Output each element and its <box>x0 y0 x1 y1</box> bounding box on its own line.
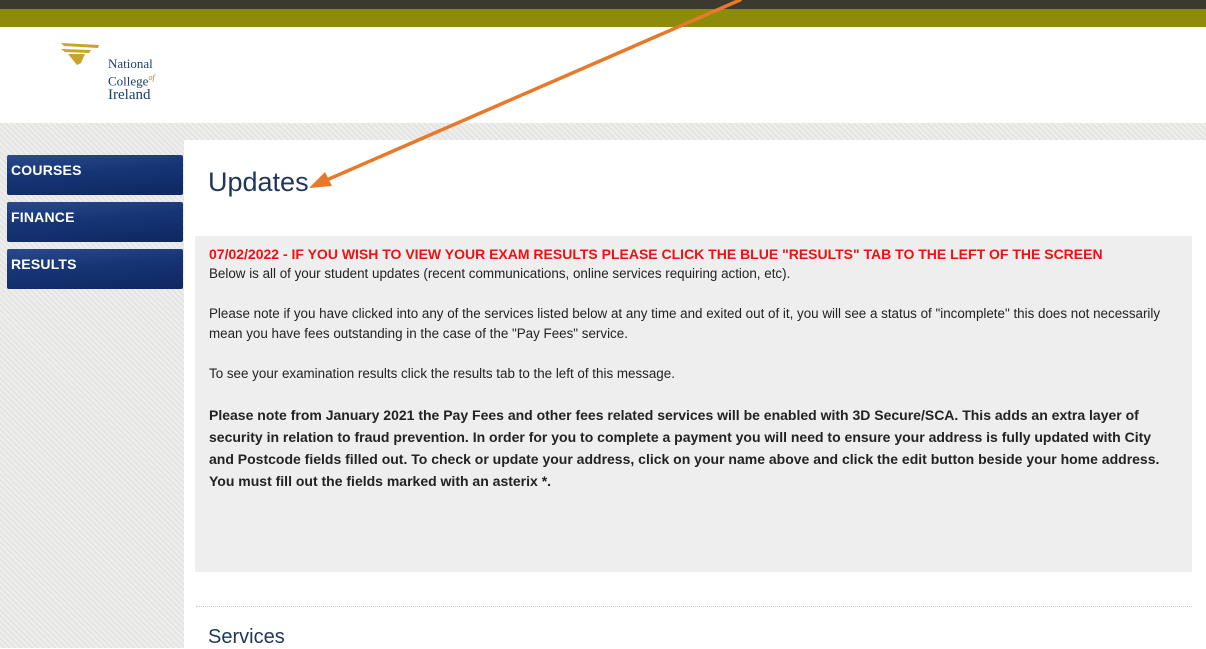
exam-results-paragraph: To see your examination results click th… <box>209 366 675 381</box>
results-alert: 07/02/2022 - IF YOU WISH TO VIEW YOUR EX… <box>209 246 1103 262</box>
sidebar-item-finance[interactable]: FINANCE <box>7 202 183 242</box>
sidebar-item-courses[interactable]: COURSES <box>7 155 183 195</box>
logo-line-national: National <box>108 56 153 71</box>
updates-notice-box: 07/02/2022 - IF YOU WISH TO VIEW YOUR EX… <box>195 236 1192 572</box>
logo-of-word: of <box>148 73 155 82</box>
services-heading: Services <box>208 626 285 648</box>
top-dark-bar <box>0 0 1206 9</box>
top-olive-bar <box>0 9 1206 27</box>
logo-line-college: Collegeof <box>108 71 155 88</box>
logo-mark-icon <box>61 43 99 65</box>
page-title: Updates <box>208 167 309 197</box>
section-divider <box>196 606 1192 607</box>
college-logo[interactable]: National Collegeof Ireland <box>58 41 188 121</box>
logo-college-word: College <box>108 73 149 89</box>
logo-line-ireland: Ireland <box>108 87 151 104</box>
header: National Collegeof Ireland <box>0 27 1206 123</box>
secure-payment-paragraph: Please note from January 2021 the Pay Fe… <box>209 407 1160 489</box>
logo-wordmark: National Collegeof Ireland <box>108 56 155 104</box>
main-content: Updates 07/02/2022 - IF YOU WISH TO VIEW… <box>184 140 1206 648</box>
sidebar-item-results[interactable]: RESULTS <box>7 249 183 289</box>
incomplete-status-paragraph: Please note if you have clicked into any… <box>209 306 1161 341</box>
sidebar-nav: COURSES FINANCE RESULTS <box>7 155 183 296</box>
intro-paragraph: Below is all of your student updates (re… <box>209 266 791 281</box>
